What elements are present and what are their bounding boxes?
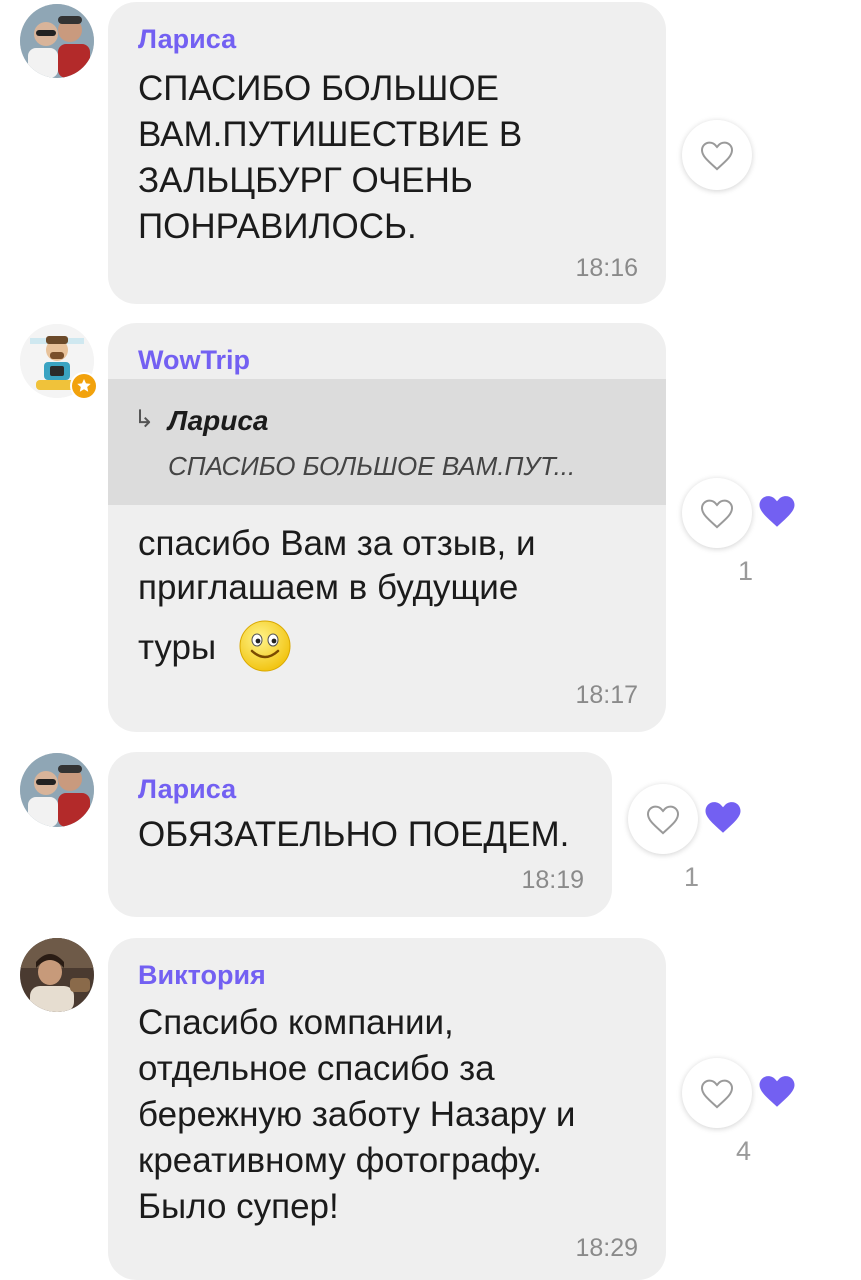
message-time: 18:19	[521, 866, 584, 894]
heart-outline-icon	[700, 141, 734, 171]
message-time: 18:29	[575, 1234, 638, 1262]
avatar-photo-icon	[20, 753, 94, 827]
like-button[interactable]	[628, 784, 698, 854]
reply-quote[interactable]: ↳ Лариса СПАСИБО БОЛЬШОЕ ВАМ.ПУТ...	[108, 379, 666, 505]
smiley-face-emoji	[239, 620, 291, 672]
message-time: 18:16	[575, 254, 638, 282]
message-text-line: спасибо Вам за отзыв, и	[138, 524, 536, 563]
heart-filled-icon[interactable]	[756, 1070, 798, 1112]
message-text: СПАСИБО БОЛЬШОЕ ВАМ.ПУТИШЕСТВИЕ В ЗАЛЬЦБ…	[138, 69, 523, 246]
message-bubble[interactable]: Лариса СПАСИБО БОЛЬШОЕ ВАМ.ПУТИШЕСТВИЕ В…	[108, 2, 666, 304]
sender-name[interactable]: Лариса	[138, 24, 236, 55]
avatar-larisa[interactable]	[20, 4, 94, 78]
sender-name[interactable]: Лариса	[138, 774, 236, 805]
message-text-line: туры	[138, 628, 217, 667]
sender-name[interactable]: Виктория	[138, 960, 266, 991]
like-count: 1	[684, 862, 700, 892]
heart-filled-icon[interactable]	[702, 796, 744, 838]
heart-outline-icon	[700, 1079, 734, 1109]
heart-filled-icon[interactable]	[756, 490, 798, 532]
message-text: ОБЯЗАТЕЛЬНО ПОЕДЕМ.	[138, 815, 570, 854]
quote-author: Лариса	[168, 405, 269, 436]
like-count: 1	[738, 556, 754, 586]
message-bubble[interactable]: WowTrip ↳ Лариса СПАСИБО БОЛЬШОЕ ВАМ.ПУТ…	[108, 323, 666, 732]
message-bubble[interactable]: Виктория Спасибо компании, отдельное спа…	[108, 938, 666, 1280]
message-bubble[interactable]: Лариса ОБЯЗАТЕЛЬНО ПОЕДЕМ. 18:19	[108, 752, 612, 917]
avatar-viktoriya[interactable]	[20, 938, 94, 1012]
sender-name[interactable]: WowTrip	[138, 345, 250, 376]
heart-outline-icon	[700, 499, 734, 529]
heart-outline-icon	[646, 805, 680, 835]
like-count: 4	[736, 1136, 752, 1166]
admin-star-badge-icon	[70, 372, 98, 400]
like-button[interactable]	[682, 120, 752, 190]
quote-text: СПАСИБО БОЛЬШОЕ ВАМ.ПУТ...	[168, 451, 576, 481]
like-button[interactable]	[682, 478, 752, 548]
avatar-photo-icon	[20, 4, 94, 78]
message-text-line: приглашаем в будущие	[138, 568, 519, 607]
avatar-photo-icon	[20, 938, 94, 1012]
like-button[interactable]	[682, 1058, 752, 1128]
message-text: Спасибо компании, отдельное спасибо за б…	[138, 1003, 576, 1226]
message-time: 18:17	[575, 681, 638, 709]
avatar-larisa[interactable]	[20, 753, 94, 827]
reply-arrow-icon: ↳	[134, 406, 155, 433]
